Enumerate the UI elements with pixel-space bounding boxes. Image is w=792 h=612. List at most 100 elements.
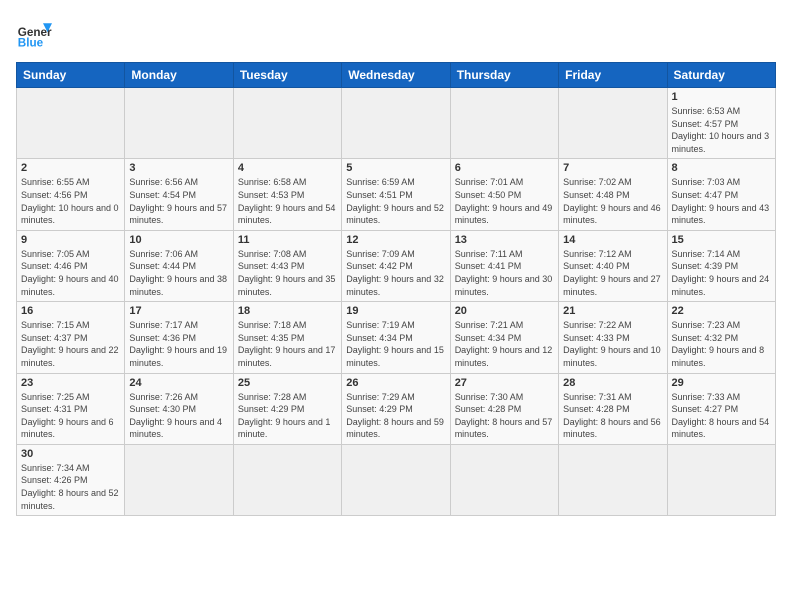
day-number: 27 xyxy=(455,377,554,389)
day-info: Sunrise: 7:01 AM Sunset: 4:50 PM Dayligh… xyxy=(455,176,554,226)
day-number: 23 xyxy=(21,377,120,389)
day-header-wednesday: Wednesday xyxy=(342,63,450,88)
calendar-day-empty xyxy=(17,88,125,159)
day-info: Sunrise: 7:08 AM Sunset: 4:43 PM Dayligh… xyxy=(238,248,337,298)
day-number: 8 xyxy=(672,162,771,174)
calendar-day-empty xyxy=(233,88,341,159)
calendar-header-row: SundayMondayTuesdayWednesdayThursdayFrid… xyxy=(17,63,776,88)
day-info: Sunrise: 6:53 AM Sunset: 4:57 PM Dayligh… xyxy=(672,105,771,155)
day-number: 10 xyxy=(129,234,228,246)
day-info: Sunrise: 7:02 AM Sunset: 4:48 PM Dayligh… xyxy=(563,176,662,226)
day-number: 15 xyxy=(672,234,771,246)
calendar-week-6: 30 Sunrise: 7:34 AM Sunset: 4:26 PM Dayli… xyxy=(17,444,776,515)
day-number: 18 xyxy=(238,305,337,317)
day-info: Sunrise: 7:22 AM Sunset: 4:33 PM Dayligh… xyxy=(563,319,662,369)
day-info: Sunrise: 7:11 AM Sunset: 4:41 PM Dayligh… xyxy=(455,248,554,298)
calendar-day-25: 25Sunrise: 7:28 AM Sunset: 4:29 PM Dayli… xyxy=(233,373,341,444)
day-info: Sunrise: 7:09 AM Sunset: 4:42 PM Dayligh… xyxy=(346,248,445,298)
day-info: Sunrise: 7:33 AM Sunset: 4:27 PM Dayligh… xyxy=(672,391,771,441)
day-info: Sunrise: 7:29 AM Sunset: 4:29 PM Dayligh… xyxy=(346,391,445,441)
day-info: Sunrise: 7:21 AM Sunset: 4:34 PM Dayligh… xyxy=(455,319,554,369)
calendar-day-19: 19 Sunrise: 7:19 AM Sunset: 4:34 PM Dayli… xyxy=(342,302,450,373)
calendar-day-11: 11 Sunrise: 7:08 AM Sunset: 4:43 PM Dayli… xyxy=(233,230,341,301)
day-number: 13 xyxy=(455,234,554,246)
calendar-day-23: 23 Sunrise: 7:25 AM Sunset: 4:31 PM Dayli… xyxy=(17,373,125,444)
calendar-week-2: 2Sunrise: 6:55 AM Sunset: 4:56 PM Daylig… xyxy=(17,159,776,230)
calendar-day-9: 9 Sunrise: 7:05 AM Sunset: 4:46 PM Daylig… xyxy=(17,230,125,301)
calendar-week-1: 1 Sunrise: 6:53 AM Sunset: 4:57 PM Daylig… xyxy=(17,88,776,159)
calendar-day-8: 8Sunrise: 7:03 AM Sunset: 4:47 PM Daylig… xyxy=(667,159,775,230)
day-number: 7 xyxy=(563,162,662,174)
day-info: Sunrise: 7:18 AM Sunset: 4:35 PM Dayligh… xyxy=(238,319,337,369)
calendar-day-empty xyxy=(450,88,558,159)
calendar-day-21: 21 Sunrise: 7:22 AM Sunset: 4:33 PM Dayli… xyxy=(559,302,667,373)
calendar-week-4: 16 Sunrise: 7:15 AM Sunset: 4:37 PM Dayli… xyxy=(17,302,776,373)
logo: General Blue xyxy=(16,16,56,52)
day-number: 4 xyxy=(238,162,337,174)
calendar-day-3: 3Sunrise: 6:56 AM Sunset: 4:54 PM Daylig… xyxy=(125,159,233,230)
calendar-day-empty xyxy=(233,444,341,515)
day-number: 20 xyxy=(455,305,554,317)
calendar-day-22: 22 Sunrise: 7:23 AM Sunset: 4:32 PM Dayli… xyxy=(667,302,775,373)
day-number: 24 xyxy=(129,377,228,389)
day-number: 19 xyxy=(346,305,445,317)
calendar-day-7: 7 Sunrise: 7:02 AM Sunset: 4:48 PM Daylig… xyxy=(559,159,667,230)
day-info: Sunrise: 7:14 AM Sunset: 4:39 PM Dayligh… xyxy=(672,248,771,298)
day-info: Sunrise: 7:26 AM Sunset: 4:30 PM Dayligh… xyxy=(129,391,228,441)
day-info: Sunrise: 7:15 AM Sunset: 4:37 PM Dayligh… xyxy=(21,319,120,369)
calendar-day-29: 29 Sunrise: 7:33 AM Sunset: 4:27 PM Dayli… xyxy=(667,373,775,444)
day-info: Sunrise: 7:05 AM Sunset: 4:46 PM Dayligh… xyxy=(21,248,120,298)
calendar-day-15: 15 Sunrise: 7:14 AM Sunset: 4:39 PM Dayli… xyxy=(667,230,775,301)
calendar-day-30: 30 Sunrise: 7:34 AM Sunset: 4:26 PM Dayli… xyxy=(17,444,125,515)
calendar-day-empty xyxy=(125,88,233,159)
calendar-day-empty xyxy=(125,444,233,515)
calendar-day-empty xyxy=(342,88,450,159)
day-info: Sunrise: 7:31 AM Sunset: 4:28 PM Dayligh… xyxy=(563,391,662,441)
day-info: Sunrise: 6:59 AM Sunset: 4:51 PM Dayligh… xyxy=(346,176,445,226)
calendar-day-empty xyxy=(667,444,775,515)
calendar-day-14: 14Sunrise: 7:12 AM Sunset: 4:40 PM Dayli… xyxy=(559,230,667,301)
day-info: Sunrise: 7:23 AM Sunset: 4:32 PM Dayligh… xyxy=(672,319,771,369)
day-info: Sunrise: 7:34 AM Sunset: 4:26 PM Dayligh… xyxy=(21,462,120,512)
day-number: 26 xyxy=(346,377,445,389)
day-number: 12 xyxy=(346,234,445,246)
day-number: 29 xyxy=(672,377,771,389)
day-info: Sunrise: 7:25 AM Sunset: 4:31 PM Dayligh… xyxy=(21,391,120,441)
calendar-day-4: 4 Sunrise: 6:58 AM Sunset: 4:53 PM Daylig… xyxy=(233,159,341,230)
day-number: 22 xyxy=(672,305,771,317)
calendar-day-17: 17 Sunrise: 7:17 AM Sunset: 4:36 PM Dayli… xyxy=(125,302,233,373)
day-info: Sunrise: 6:58 AM Sunset: 4:53 PM Dayligh… xyxy=(238,176,337,226)
calendar-day-empty xyxy=(450,444,558,515)
day-header-sunday: Sunday xyxy=(17,63,125,88)
calendar-day-empty xyxy=(559,444,667,515)
day-number: 17 xyxy=(129,305,228,317)
calendar-day-27: 27 Sunrise: 7:30 AM Sunset: 4:28 PM Dayli… xyxy=(450,373,558,444)
calendar-week-3: 9 Sunrise: 7:05 AM Sunset: 4:46 PM Daylig… xyxy=(17,230,776,301)
day-number: 9 xyxy=(21,234,120,246)
calendar-day-13: 13 Sunrise: 7:11 AM Sunset: 4:41 PM Dayli… xyxy=(450,230,558,301)
day-number: 30 xyxy=(21,448,120,460)
calendar-day-26: 26 Sunrise: 7:29 AM Sunset: 4:29 PM Dayli… xyxy=(342,373,450,444)
calendar-day-24: 24 Sunrise: 7:26 AM Sunset: 4:30 PM Dayli… xyxy=(125,373,233,444)
day-header-tuesday: Tuesday xyxy=(233,63,341,88)
day-number: 25 xyxy=(238,377,337,389)
calendar-week-5: 23 Sunrise: 7:25 AM Sunset: 4:31 PM Dayli… xyxy=(17,373,776,444)
calendar-day-12: 12 Sunrise: 7:09 AM Sunset: 4:42 PM Dayli… xyxy=(342,230,450,301)
day-info: Sunrise: 7:06 AM Sunset: 4:44 PM Dayligh… xyxy=(129,248,228,298)
day-info: Sunrise: 6:55 AM Sunset: 4:56 PM Dayligh… xyxy=(21,176,120,226)
day-number: 21 xyxy=(563,305,662,317)
day-info: Sunrise: 7:19 AM Sunset: 4:34 PM Dayligh… xyxy=(346,319,445,369)
day-number: 3 xyxy=(129,162,228,174)
day-number: 16 xyxy=(21,305,120,317)
day-info: Sunrise: 7:30 AM Sunset: 4:28 PM Dayligh… xyxy=(455,391,554,441)
calendar-day-28: 28 Sunrise: 7:31 AM Sunset: 4:28 PM Dayli… xyxy=(559,373,667,444)
day-number: 11 xyxy=(238,234,337,246)
calendar-day-5: 5 Sunrise: 6:59 AM Sunset: 4:51 PM Daylig… xyxy=(342,159,450,230)
day-number: 1 xyxy=(672,91,771,103)
day-number: 28 xyxy=(563,377,662,389)
day-header-thursday: Thursday xyxy=(450,63,558,88)
day-info: Sunrise: 7:17 AM Sunset: 4:36 PM Dayligh… xyxy=(129,319,228,369)
day-number: 5 xyxy=(346,162,445,174)
calendar-day-20: 20 Sunrise: 7:21 AM Sunset: 4:34 PM Dayli… xyxy=(450,302,558,373)
day-header-friday: Friday xyxy=(559,63,667,88)
